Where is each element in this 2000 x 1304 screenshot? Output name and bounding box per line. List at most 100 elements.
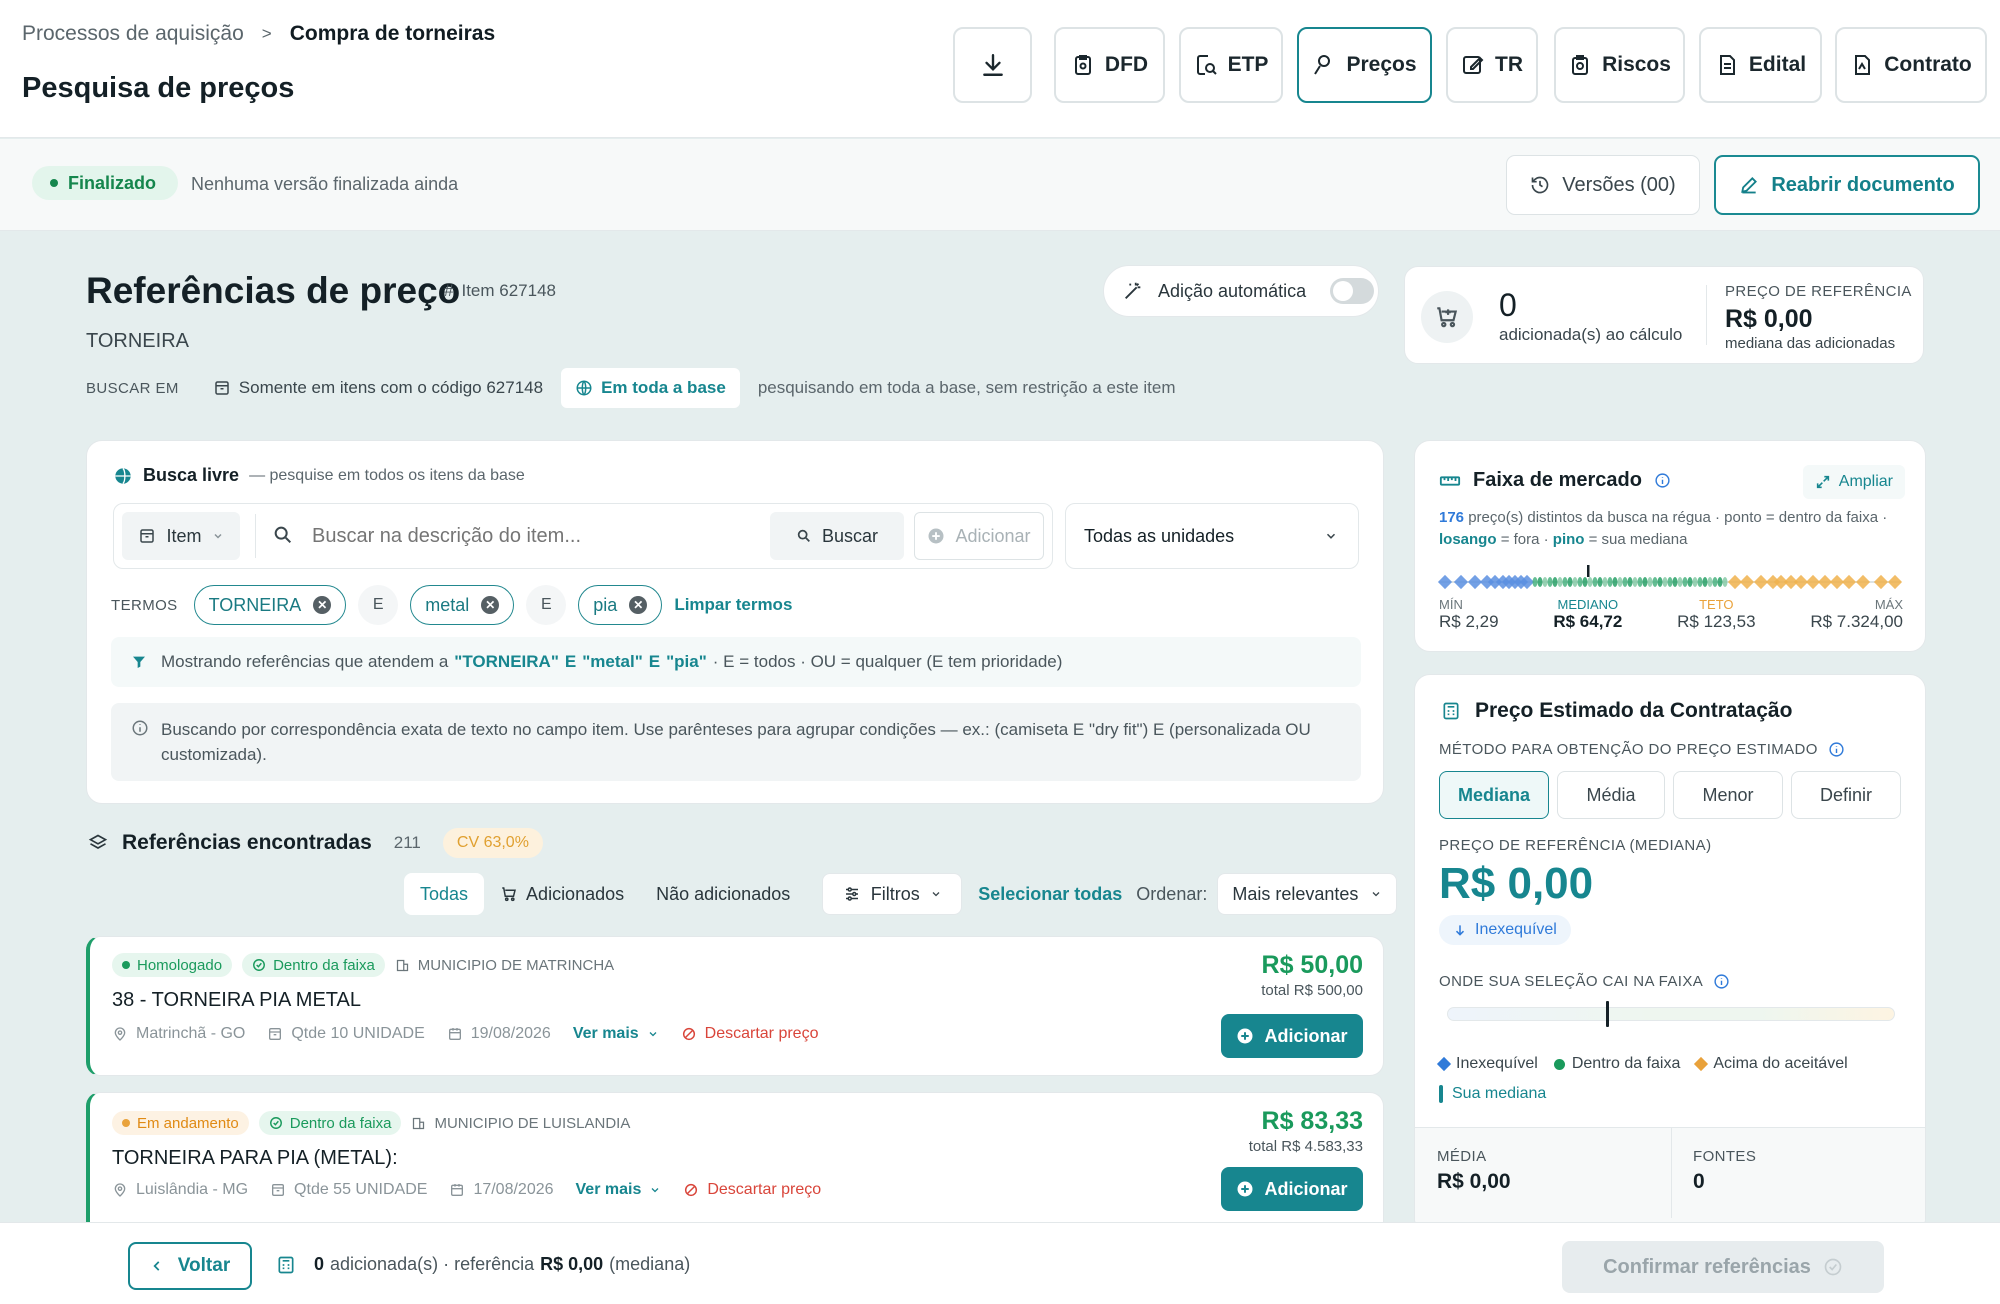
nav-precos-button[interactable]: Preços: [1297, 27, 1432, 103]
nav-tr-button[interactable]: TR: [1446, 27, 1538, 103]
ruler-dot: [1532, 577, 1538, 587]
document-icon: [1715, 53, 1739, 77]
method-menor[interactable]: Menor: [1673, 771, 1783, 819]
date-label: 17/08/2026: [473, 1181, 554, 1198]
price-block: R$ 83,33 total R$ 4.583,33: [1249, 1107, 1363, 1155]
search-button[interactable]: Buscar: [770, 512, 904, 560]
org-name: MUNICIPIO DE LUISLANDIA: [434, 1114, 631, 1132]
info-icon[interactable]: [1828, 741, 1845, 758]
pin-icon: [1439, 1085, 1443, 1103]
result-card[interactable]: Homologado Dentro da faixa MUNICIPIO DE …: [86, 936, 1384, 1076]
term-connector[interactable]: E: [358, 585, 399, 625]
method-media[interactable]: Média: [1557, 771, 1665, 819]
tab-all[interactable]: Todas: [404, 873, 485, 915]
where-label: ONDE SUA SELEÇÃO CAI NA FAIXA: [1439, 973, 1730, 990]
price: R$ 83,33: [1261, 1107, 1363, 1135]
term-chip[interactable]: TORNEIRA ✕: [193, 585, 347, 625]
ruler-dot: [1567, 577, 1573, 587]
see-more-link[interactable]: Ver mais: [576, 1181, 662, 1199]
term-connector[interactable]: E: [526, 585, 567, 625]
reopen-document-button[interactable]: Reabrir documento: [1714, 155, 1980, 215]
scope-code-option[interactable]: Somente em itens com o código 627148: [213, 378, 543, 398]
ruler-dot: [1587, 577, 1593, 587]
remove-term-icon[interactable]: ✕: [313, 596, 332, 614]
breadcrumb-parent[interactable]: Processos de aquisição: [22, 22, 244, 46]
references-title: Referências de preço: [86, 270, 461, 311]
clear-terms-link[interactable]: Limpar termos: [674, 595, 792, 615]
search-scope-label: BUSCAR EM: [86, 379, 179, 397]
discard-price-link[interactable]: Descartar preço: [683, 1181, 821, 1199]
confirm-references-button[interactable]: Confirmar referências: [1562, 1241, 1884, 1293]
status-tag-label: Em andamento: [137, 1114, 239, 1132]
discard-price-link[interactable]: Descartar preço: [681, 1025, 818, 1043]
sources-label: FONTES: [1693, 1148, 1757, 1165]
tab-added[interactable]: Adicionados: [500, 884, 624, 905]
selection-range-bar: [1447, 1007, 1895, 1021]
nav-riscos-button[interactable]: Riscos: [1554, 27, 1685, 103]
footer-summary-b: (mediana): [609, 1254, 691, 1274]
expand-button[interactable]: Ampliar: [1802, 465, 1905, 499]
method-label: MÉTODO PARA OBTENÇÃO DO PREÇO ESTIMADO: [1439, 741, 1845, 758]
nav-edital-button[interactable]: Edital: [1699, 27, 1822, 103]
method-definir[interactable]: Definir: [1791, 771, 1901, 819]
nav-contrato-button[interactable]: Contrato: [1835, 27, 1987, 103]
nav-contrato-label: Contrato: [1884, 53, 1972, 76]
info-icon[interactable]: [1654, 472, 1671, 489]
ban-icon: [681, 1026, 697, 1042]
auto-add-toggle[interactable]: Adição automática: [1103, 265, 1379, 317]
add-reference-button[interactable]: Adicionar: [1221, 1167, 1363, 1211]
back-button[interactable]: Voltar: [128, 1242, 252, 1290]
org-name: MUNICIPIO DE MATRINCHA: [417, 956, 615, 974]
price-total: total R$ 500,00: [1261, 982, 1363, 999]
stat-min-value: R$ 2,29: [1439, 612, 1499, 631]
ruler-diamond-high: [1873, 574, 1889, 590]
status-tag: Em andamento: [112, 1111, 249, 1135]
term-chip[interactable]: metal ✕: [410, 585, 515, 625]
result-title: TORNEIRA PARA PIA (METAL):: [112, 1147, 398, 1169]
market-desc-b: = fora ·: [1500, 531, 1549, 548]
legend-inexequivel-label: Inexequível: [1456, 1055, 1538, 1072]
ruler-dot: [1677, 577, 1683, 587]
ruler-dot: [1642, 577, 1648, 587]
field-select[interactable]: Item: [122, 512, 240, 560]
nav-dfd-button[interactable]: DFD: [1054, 27, 1165, 103]
market-range-card: Faixa de mercado Ampliar 176 preço(s) di…: [1414, 440, 1926, 652]
status-note: Nenhuma versão finalizada ainda: [191, 174, 459, 194]
ruler-dot: [1582, 577, 1588, 587]
info-icon[interactable]: [1713, 973, 1730, 990]
download-button[interactable]: [953, 27, 1032, 103]
legend-inexequivel: Inexequível: [1436, 1055, 1538, 1073]
nav-etp-button[interactable]: ETP: [1179, 27, 1283, 103]
order-select[interactable]: Mais relevantes: [1217, 873, 1398, 915]
filters-button[interactable]: Filtros: [822, 873, 963, 915]
result-card[interactable]: Em andamento Dentro da faixa MUNICIPIO D…: [86, 1092, 1384, 1242]
add-free-button[interactable]: Adicionar: [914, 512, 1044, 560]
select-all-link[interactable]: Selecionar todas: [978, 884, 1122, 905]
auto-add-label: Adição automática: [1158, 280, 1307, 301]
filter-term: "metal": [582, 652, 643, 671]
see-more-link[interactable]: Ver mais: [573, 1025, 659, 1043]
market-desc-pino: pino: [1552, 531, 1585, 548]
auto-add-switch[interactable]: [1330, 278, 1375, 304]
remove-term-icon[interactable]: ✕: [481, 596, 500, 614]
location: Luislândia - MG: [112, 1181, 248, 1199]
search-input[interactable]: [312, 516, 672, 556]
versions-button[interactable]: Versões (00): [1506, 155, 1700, 215]
method-mediana[interactable]: Mediana: [1439, 771, 1549, 819]
term-chip[interactable]: pia ✕: [578, 585, 663, 625]
nav-riscos-label: Riscos: [1602, 53, 1671, 76]
range-legend: Inexequível Dentro da faixa Acima do ace…: [1436, 1055, 1848, 1073]
stat-ceiling-label: TETO: [1699, 597, 1734, 612]
remove-term-icon[interactable]: ✕: [629, 596, 648, 614]
scope-all-option[interactable]: Em toda a base: [561, 368, 740, 408]
stat-max-label: MÁX: [1874, 597, 1903, 612]
ruler-dot: [1597, 577, 1603, 587]
estimate-card: Preço Estimado da Contratação MÉTODO PAR…: [1414, 674, 1926, 1234]
calc-summary-card: 0 adicionada(s) ao cálculo PREÇO DE REFE…: [1404, 266, 1924, 364]
stat-median: MEDIANO R$ 64,72: [1553, 597, 1622, 632]
stat-ceiling: TETO R$ 123,53: [1677, 597, 1755, 632]
search-divider: [255, 514, 256, 558]
tab-not-added[interactable]: Não adicionados: [656, 884, 790, 905]
add-reference-button[interactable]: Adicionar: [1221, 1014, 1363, 1058]
units-select[interactable]: Todas as unidades: [1065, 503, 1359, 569]
